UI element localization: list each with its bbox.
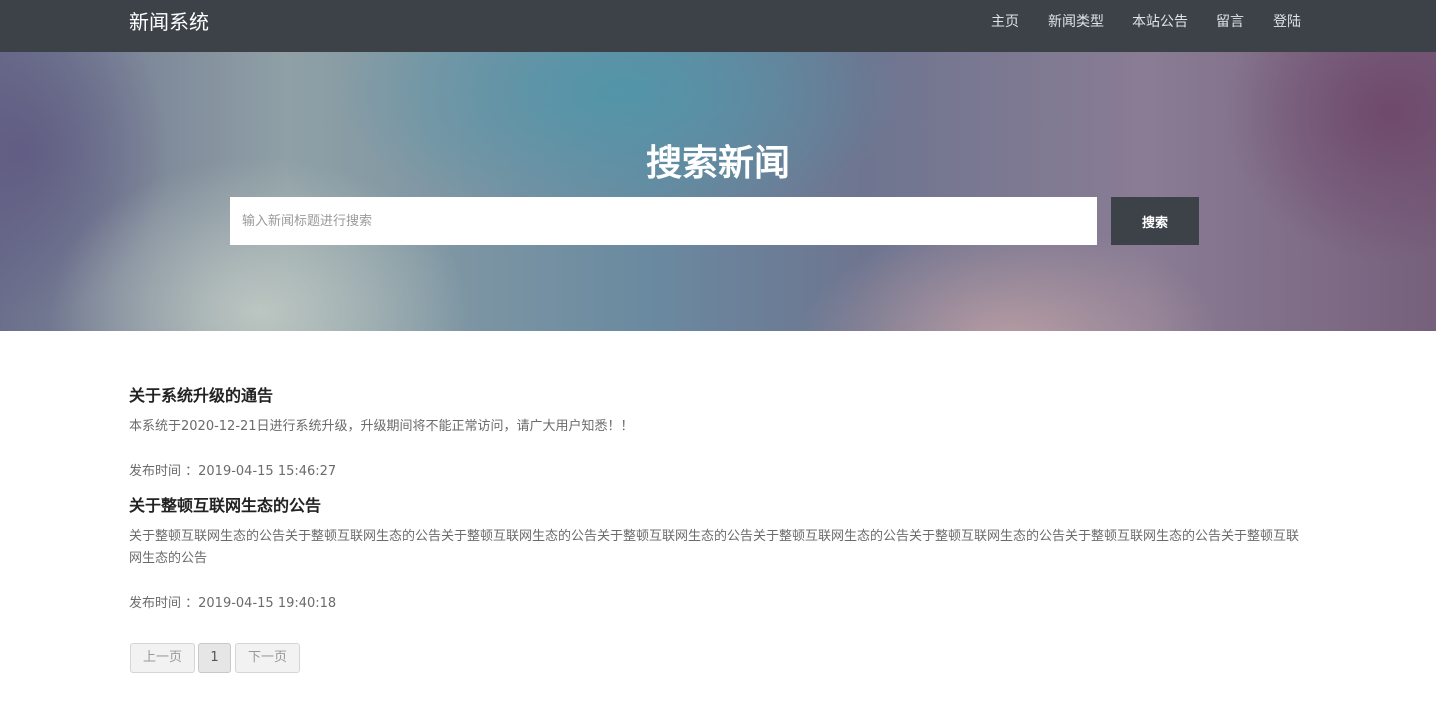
nav-link-home[interactable]: 主页 bbox=[991, 11, 1019, 31]
news-list: 关于系统升级的通告 本系统于2020-12-21日进行系统升级，升级期间将不能正… bbox=[0, 331, 1436, 703]
news-publish-time: 发布时间 ：2019-04-15 15:46:27 bbox=[129, 464, 337, 479]
next-page-button[interactable]: 下一页 bbox=[235, 643, 300, 673]
top-navbar: 新闻系统 主页 新闻类型 本站公告 留言 登陆 bbox=[0, 0, 1436, 52]
search-button[interactable]: 搜索 bbox=[1111, 197, 1199, 245]
nav-links: 主页 新闻类型 本站公告 留言 登陆 bbox=[0, 0, 1436, 52]
nav-link-login[interactable]: 登陆 bbox=[1273, 11, 1301, 31]
news-title[interactable]: 关于系统升级的通告 bbox=[129, 382, 1301, 406]
prev-page-button[interactable]: 上一页 bbox=[130, 643, 195, 673]
search-hero: 搜索新闻 搜索 bbox=[0, 52, 1436, 331]
news-title[interactable]: 关于整顿互联网生态的公告 bbox=[129, 492, 1301, 516]
nav-link-news-types[interactable]: 新闻类型 bbox=[1048, 11, 1104, 31]
news-item: 关于整顿互联网生态的公告 关于整顿互联网生态的公告关于整顿互联网生态的公告关于整… bbox=[129, 492, 1301, 611]
nav-link-messages[interactable]: 留言 bbox=[1216, 11, 1244, 31]
hero-title: 搜索新闻 bbox=[645, 143, 790, 184]
search-input[interactable] bbox=[230, 197, 1097, 245]
news-item: 关于系统升级的通告 本系统于2020-12-21日进行系统升级，升级期间将不能正… bbox=[129, 382, 1301, 479]
news-summary: 本系统于2020-12-21日进行系统升级，升级期间将不能正常访问，请广大用户知… bbox=[129, 419, 634, 434]
nav-link-announcements[interactable]: 本站公告 bbox=[1132, 11, 1188, 31]
news-summary: 关于整顿互联网生态的公告关于整顿互联网生态的公告关于整顿互联网生态的公告关于整顿… bbox=[129, 529, 1300, 566]
current-page-button[interactable]: 1 bbox=[198, 643, 231, 673]
news-publish-time: 发布时间 ：2019-04-15 19:40:18 bbox=[129, 596, 337, 611]
